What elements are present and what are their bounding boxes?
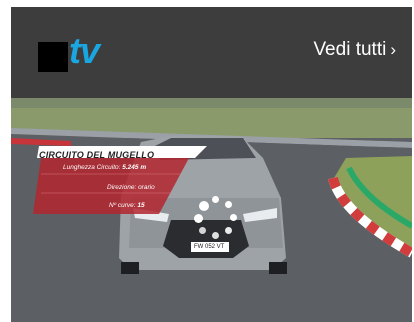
video-card: tv Vedi tutti › CIRCUITO DEL MUGELLO Lun… <box>11 7 412 322</box>
circuit-title: CIRCUITO DEL MUGELLO <box>39 150 155 160</box>
see-all-label: Vedi tutti <box>313 39 387 60</box>
card-header: tv Vedi tutti › <box>11 7 412 98</box>
circuit-length: Lunghezza Circuito: 5.245 m <box>63 164 147 171</box>
license-plate: FW 052 VT <box>194 244 225 250</box>
chevron-right-icon: › <box>390 40 396 59</box>
video-player[interactable]: CIRCUITO DEL MUGELLO Lunghezza Circuito:… <box>11 98 412 322</box>
see-all-link[interactable]: Vedi tutti › <box>313 38 396 62</box>
circuit-turns: Nº curve: 15 <box>109 202 145 209</box>
brand-logo-tv: tv <box>69 30 100 71</box>
loading-spinner-icon <box>194 196 238 240</box>
brand-logo-mark <box>38 42 68 72</box>
circuit-direction: Direzione: orario <box>107 184 155 191</box>
